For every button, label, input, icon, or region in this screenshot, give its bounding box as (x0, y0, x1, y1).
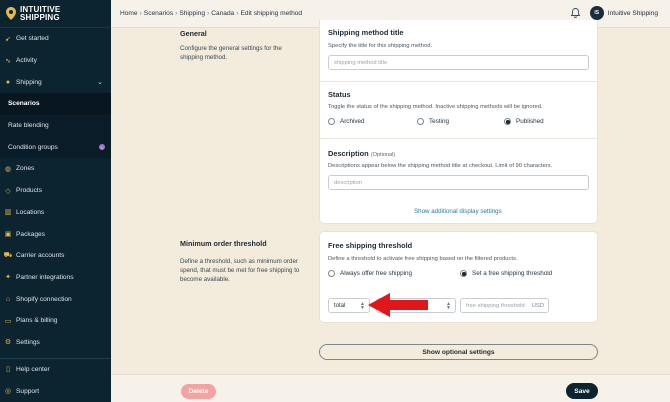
free-shipping-help: Define a threshold to activate free ship… (328, 256, 518, 262)
save-button[interactable]: Save (566, 383, 598, 399)
sidebar-item-get-started[interactable]: ➹ Get started (0, 28, 111, 50)
show-optional-settings-button[interactable]: Show optional settings (319, 344, 598, 360)
set-threshold-radio[interactable]: Set a free shipping threshold (460, 270, 552, 277)
support-icon: ◎ (4, 388, 12, 396)
breadcrumb-home[interactable]: Home (120, 10, 138, 17)
sidebar-item-shopify-connection[interactable]: ⌂ Shopify connection (0, 288, 111, 310)
pulse-icon: ∿ (5, 57, 11, 65)
description-input[interactable]: description (328, 175, 589, 190)
sidebar-item-rate-blending[interactable]: Rate blending (0, 114, 111, 137)
sidebar-item-activity[interactable]: ∿ Activity (0, 50, 111, 72)
sidebar-item-help-center[interactable]: ▯ Help center (0, 359, 111, 381)
threshold-type-select[interactable]: total ▲ ▼ (328, 298, 370, 313)
sidebar-item-scenarios[interactable]: Scenarios (0, 93, 111, 115)
avatar: IS (589, 6, 604, 20)
sidebar-nav: ➹ Get started ∿ Activity ● Shipping ⌄ Scenar… (0, 28, 111, 353)
location-pin-logo-icon (6, 7, 16, 20)
sidebar-item-products[interactable]: ◇ Products (0, 180, 111, 202)
brand-logo[interactable]: INTUITIVE SHIPPING (0, 0, 111, 28)
general-section-desc: Configure the general settings for the s… (180, 45, 282, 61)
status-published-radio[interactable]: Published (504, 118, 544, 125)
brand-line2: SHIPPING (20, 12, 60, 22)
card-icon: ▭ (4, 317, 12, 325)
breadcrumb-current: Edit shipping method (240, 10, 303, 17)
breadcrumb-canada[interactable]: Canada (211, 10, 234, 17)
sidebar-footer: ▯ Help center ◎ Support (0, 357, 111, 402)
sidebar-item-locations[interactable]: ▥ Locations (0, 202, 111, 224)
chevron-down-icon: ⌄ (97, 79, 103, 87)
optional-tag: (Optional) (370, 152, 396, 158)
free-shipping-label: Free shipping threshold (328, 241, 413, 250)
truck-icon: ⛟ (3, 252, 13, 260)
sidebar-item-partner-integrations[interactable]: ✦ Partner integrations (0, 267, 111, 289)
red-arrow-annotation-icon (368, 293, 428, 317)
status-archived-radio[interactable]: Archived (328, 118, 365, 125)
pin-icon: ● (5, 78, 11, 86)
user-menu[interactable]: IS Intuitive Shipping (589, 6, 658, 20)
min-order-section-desc: Define a threshold, such as minimum orde… (180, 258, 300, 283)
sidebar-item-carrier-accounts[interactable]: ⛟ Carrier accounts (0, 245, 111, 267)
info-badge: i (99, 144, 105, 151)
select-caret-icon: ▲ ▼ (446, 301, 451, 311)
currency-suffix: USD (531, 303, 544, 309)
sidebar-item-packages[interactable]: ▣ Packages (0, 223, 111, 245)
box-icon: ▣ (4, 231, 12, 239)
tag-icon: ◇ (5, 187, 11, 195)
globe-icon: ◍ (4, 165, 12, 173)
status-help: Toggle the status of the shipping method… (328, 104, 543, 110)
general-section-title: General (180, 29, 207, 38)
sidebar-item-condition-groups[interactable]: Condition groups i (0, 136, 111, 159)
building-icon: ▥ (4, 209, 12, 217)
sidebar-item-zones[interactable]: ◍ Zones (0, 158, 111, 180)
user-name: Intuitive Shipping (607, 9, 658, 17)
breadcrumb: Home › Scenarios › Shipping › Canada › Edit ship… (120, 10, 303, 17)
handshake-icon: ✦ (5, 274, 11, 282)
gear-icon: ⚙ (4, 339, 12, 347)
threshold-value-input[interactable]: free shipping threshold USD (460, 298, 549, 313)
sidebar-item-settings[interactable]: ⚙ Settings (0, 332, 111, 354)
help-icon: ▯ (6, 366, 10, 374)
breadcrumb-scenarios[interactable]: Scenarios (144, 10, 173, 17)
select-caret-icon: ▲ ▼ (360, 301, 365, 311)
description-help: Descriptions appear below the shipping m… (328, 163, 553, 169)
status-label: Status (328, 90, 351, 99)
sidebar-item-shipping[interactable]: ● Shipping ⌄ (0, 71, 111, 93)
status-testing-radio[interactable]: Testing (417, 118, 449, 125)
min-order-section-title: Minimum order threshold (180, 239, 267, 248)
method-title-label: Shipping method title (328, 28, 404, 37)
shop-icon: ⌂ (5, 295, 11, 303)
general-card: Shipping method title Specify the title … (319, 20, 598, 224)
notification-bell-icon[interactable] (570, 8, 581, 20)
rocket-icon: ➹ (5, 35, 11, 43)
always-free-shipping-radio[interactable]: Always offer free shipping (328, 270, 412, 277)
delete-button[interactable]: Delete (181, 384, 216, 399)
free-shipping-card: Free shipping threshold Define a thresho… (319, 231, 598, 323)
method-title-help: Specify the title for this shipping meth… (328, 43, 433, 49)
description-label: Description (Optional) (328, 149, 396, 158)
sidebar-item-plans-billing[interactable]: ▭ Plans & billing (0, 310, 111, 332)
sidebar-item-support[interactable]: ◎ Support (0, 380, 111, 402)
breadcrumb-shipping[interactable]: Shipping (179, 10, 205, 17)
sidebar: INTUITIVE SHIPPING ➹ Get started ∿ Activit… (0, 0, 111, 402)
show-display-settings-link[interactable]: Show additional display settings (414, 208, 502, 215)
method-title-input[interactable]: shipping method title (328, 55, 589, 70)
